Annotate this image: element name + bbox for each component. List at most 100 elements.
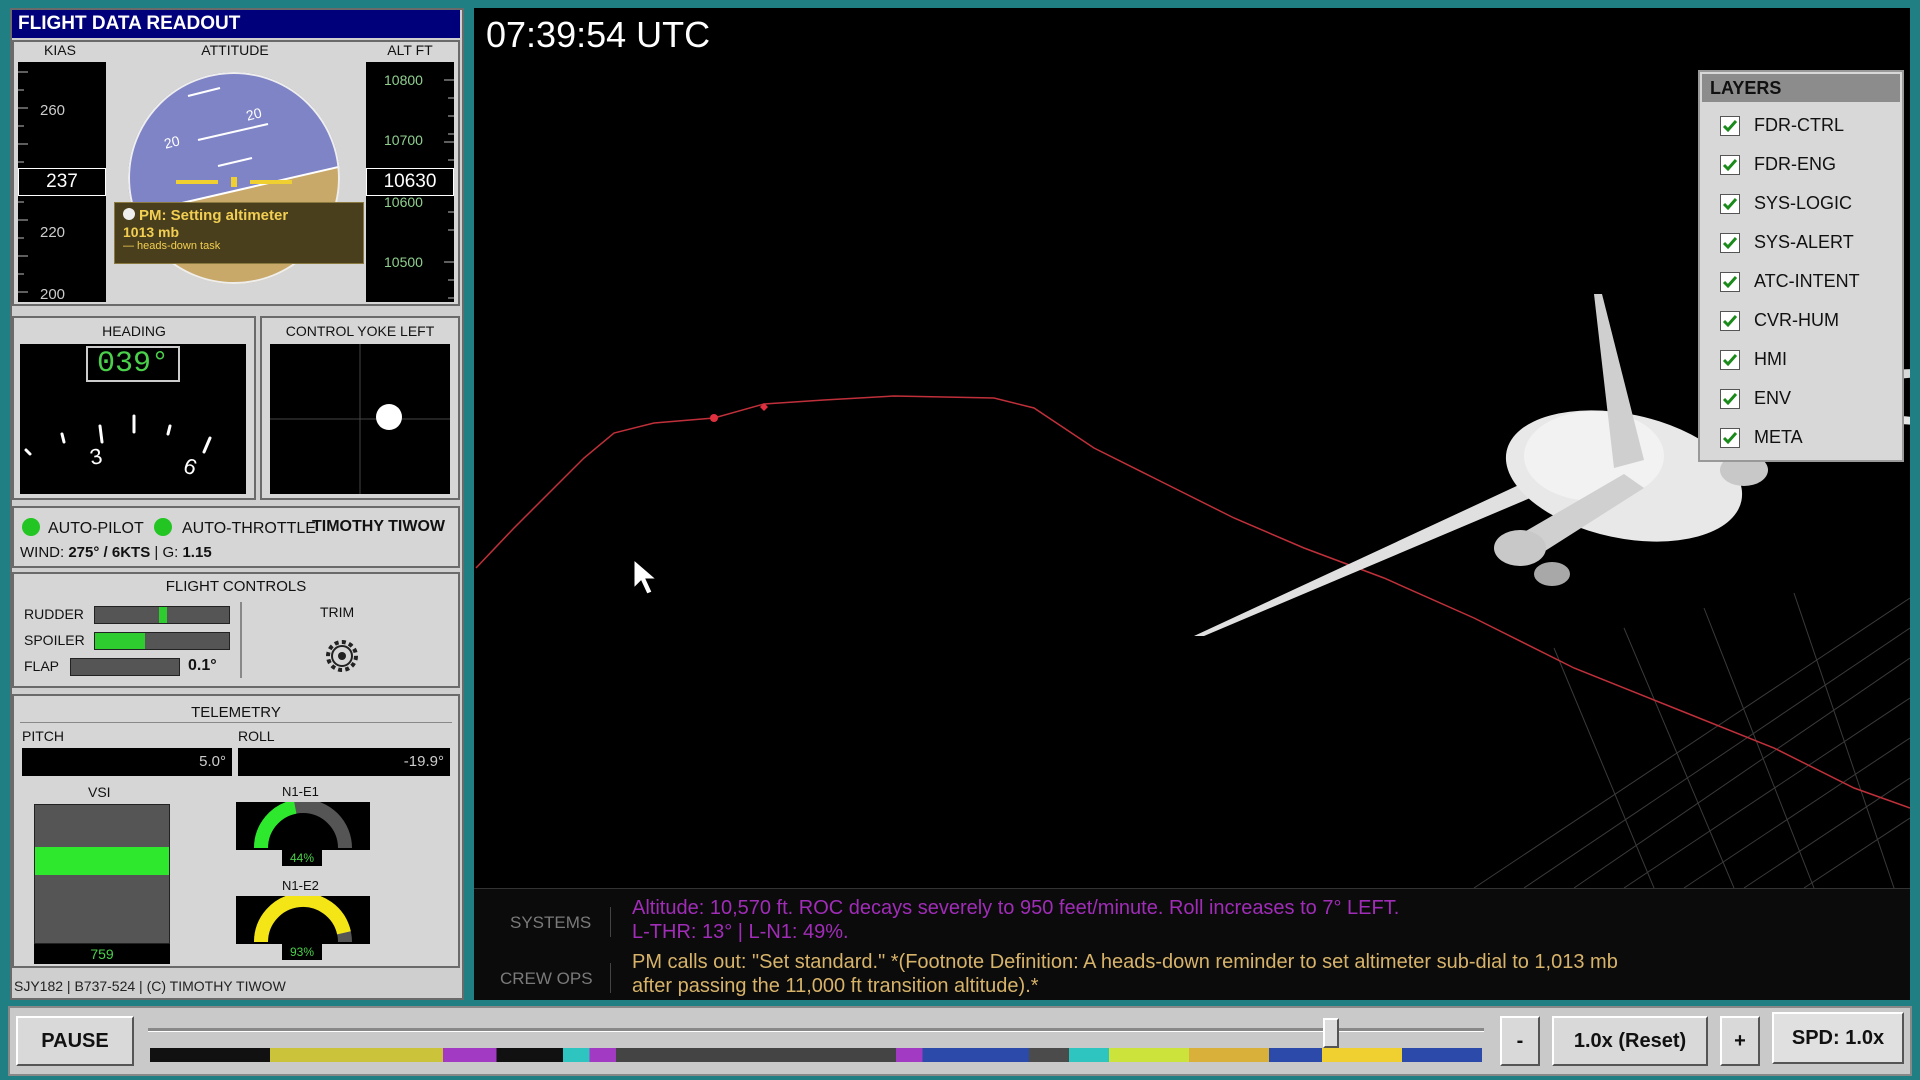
layer-label: ENV [1754, 388, 1792, 408]
speed-up-button[interactable]: + [1720, 1016, 1760, 1066]
checkbox-checked-icon[interactable] [1720, 116, 1740, 136]
footer-info: SJY182 | B737-524 | (C) TIMOTHY TIWOW [14, 978, 286, 994]
heading-label: HEADING [102, 323, 166, 339]
checkbox-checked-icon[interactable] [1720, 389, 1740, 409]
flap-value: 0.1° [188, 657, 217, 674]
autopilot-indicator [22, 518, 40, 536]
n1e2-label: N1-E2 [282, 878, 319, 893]
callout-line2: 1013 mb [123, 224, 180, 240]
control-yoke-display [270, 344, 450, 494]
n1e2-readout: 93% [282, 944, 322, 960]
telemetry-title: TELEMETRY [191, 704, 281, 721]
crew-label: CREW OPS [500, 969, 593, 988]
info-icon [123, 208, 135, 220]
layers-title: LAYERS [1702, 74, 1900, 102]
trim-label: TRIM [320, 604, 355, 620]
kias-label: KIAS [44, 42, 76, 58]
speed-tick-260: 260 [40, 102, 66, 119]
pause-button[interactable]: PAUSE [16, 1016, 134, 1066]
n1e2-gauge [236, 892, 370, 944]
crew-text-2: after passing the 11,000 ft transition a… [632, 975, 1039, 997]
roll-readout: -19.9° [238, 748, 450, 776]
attitude-label: ATTITUDE [201, 42, 269, 58]
checkbox-checked-icon[interactable] [1720, 194, 1740, 214]
systems-label: SYSTEMS [510, 913, 592, 932]
layer-label: META [1754, 427, 1803, 447]
log-divider-1 [610, 907, 611, 937]
yoke-label: CONTROL YOKE LEFT [285, 323, 435, 339]
layer-label: FDR-ENG [1754, 154, 1836, 174]
pitch-label: PITCH [22, 728, 64, 744]
layer-label: SYS-LOGIC [1754, 193, 1853, 213]
telemetry-divider [20, 722, 452, 723]
altimeter-callout: PM: Setting altimeter 1013 mb — heads-do… [114, 202, 364, 264]
mouse-cursor-icon [633, 558, 658, 595]
wind-label: WIND: [20, 544, 65, 561]
wind-value: 275° / 6KTS [68, 544, 151, 561]
checkbox-checked-icon[interactable] [1720, 155, 1740, 175]
g-value: 1.15 [182, 544, 212, 561]
systems-text-2: L-THR: 13° | L-N1: 49%. [632, 921, 849, 943]
n1e1-label: N1-E1 [282, 784, 319, 799]
callout-line1: PM: Setting altimeter [139, 207, 289, 224]
layer-label: FDR-CTRL [1754, 115, 1844, 135]
vsi-label: VSI [88, 784, 111, 800]
callout-line3: — heads-down task [123, 240, 221, 252]
systems-text-1: Altitude: 10,570 ft. ROC decays severely… [632, 897, 1400, 919]
autopilot-label: AUTO-PILOT [48, 520, 144, 537]
alt-label: ALT FT [387, 42, 433, 58]
n1e1-readout: 44% [282, 850, 322, 866]
alt-tick-10500: 10500 [384, 254, 423, 270]
spoiler-bar [94, 632, 230, 650]
checkbox-checked-icon[interactable] [1720, 233, 1740, 253]
controls-divider [240, 602, 242, 678]
autothrottle-indicator [154, 518, 172, 536]
rudder-label: RUDDER [24, 606, 84, 622]
vsi-readout: 759 [34, 944, 170, 964]
autothrottle-label: AUTO-THROTTLE [182, 520, 316, 537]
checkbox-checked-icon[interactable] [1720, 272, 1740, 292]
n1e1-gauge [236, 799, 370, 850]
flap-bar [70, 658, 180, 676]
timeline-playhead[interactable] [1322, 1018, 1339, 1048]
layers-panel: LAYERS FDR-CTRL FDR-ENG SYS-LOGIC SYS-ALERT… [1698, 70, 1904, 462]
speed-tick-200: 200 [40, 286, 66, 303]
speed-reset-button[interactable]: 1.0x (Reset) [1552, 1016, 1708, 1066]
layer-label: CVR-HUM [1754, 310, 1839, 330]
timeline-track [148, 1028, 1484, 1032]
roll-label: ROLL [238, 728, 275, 744]
utc-clock: 07:39:54 UTC [486, 14, 711, 55]
flight-controls-title: FLIGHT CONTROLS [165, 578, 307, 595]
spoiler-label: SPOILER [24, 632, 85, 648]
layer-label: HMI [1754, 349, 1787, 369]
alt-tick-10600: 10600 [384, 194, 423, 210]
checkbox-checked-icon[interactable] [1720, 428, 1740, 448]
checkbox-checked-icon[interactable] [1720, 311, 1740, 331]
pilot-name: TIMOTHY TIWOW [312, 518, 446, 535]
layer-label: ATC-INTENT [1754, 271, 1860, 291]
alt-tick-10700: 10700 [384, 132, 423, 148]
vsi-fill [35, 847, 169, 875]
speed-readout: 237 [18, 168, 106, 196]
crew-text-1: PM calls out: "Set standard." *(Footnote… [632, 951, 1618, 973]
timeline[interactable] [148, 1018, 1484, 1064]
g-label: | G: [154, 544, 179, 561]
timeline-events [150, 1048, 1482, 1062]
vsi-gauge [34, 804, 170, 944]
flight-viewport[interactable]: 07:39:54 UTC LAYERS FDR-CTRL FDR-ENG SYS-L… [474, 8, 1910, 1000]
event-log: SYSTEMS Altitude: 10,570 ft. ROC decays … [474, 888, 1910, 1000]
alt-tick-10800: 10800 [384, 72, 423, 88]
trim-gear-icon[interactable] [322, 636, 362, 676]
checkbox-checked-icon[interactable] [1720, 350, 1740, 370]
heading-readout: 039° [86, 346, 180, 382]
speed-down-button[interactable]: - [1500, 1016, 1540, 1066]
altitude-readout: 10630 [366, 168, 454, 196]
rudder-bar [94, 606, 230, 624]
panel-title: FLIGHT DATA READOUT [12, 10, 460, 38]
pitch-readout: 5.0° [22, 748, 232, 776]
speed-display: SPD: 1.0x [1772, 1012, 1904, 1064]
speed-tick-220: 220 [40, 224, 66, 241]
flap-label: FLAP [24, 658, 60, 674]
layer-label: SYS-ALERT [1754, 232, 1854, 252]
wind-readout: WIND: 275° / 6KTS | G: 1.15 [20, 544, 212, 561]
